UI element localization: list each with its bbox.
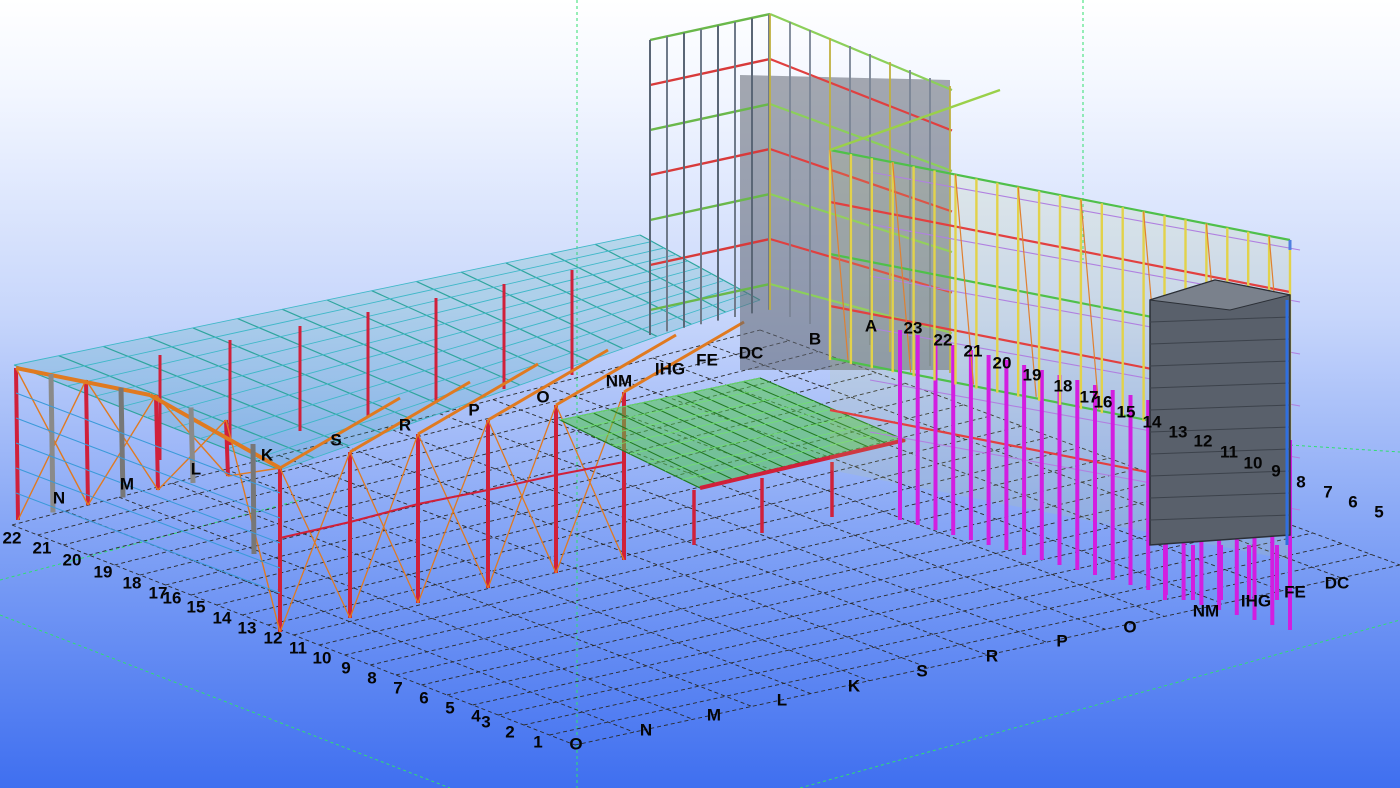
grid-label: O [1123,617,1137,637]
grid-label: 16 [162,588,182,608]
grid-label: 4 [471,706,481,726]
grid-label: O [536,387,550,407]
grid-label: NM [1192,601,1220,621]
grid-label: 14 [212,608,232,628]
grid-label: 21 [32,538,52,558]
grid-label: 5 [1374,502,1384,522]
grid-label: M [706,705,722,725]
grid-label: 5 [445,698,455,718]
grid-label: 9 [341,658,351,678]
grid-label: 16 [1093,392,1113,412]
grid-label: 21 [963,341,983,361]
grid-label: L [190,459,202,479]
grid-label: FE [1284,582,1306,602]
grid-label: R [985,646,999,666]
grid-label: DC [738,343,764,363]
grid-label: S [916,661,928,681]
grid-label: 20 [992,353,1012,373]
grid-label: O [569,734,583,754]
model-viewport[interactable]: 22 21 20 19 18 17 16 15 14 13 12 11 10 9… [0,0,1400,788]
grid-label: 18 [122,573,142,593]
grid-label: 22 [2,528,22,548]
grid-label: 15 [186,597,206,617]
grid-label: 2 [505,722,515,742]
grid-label: 22 [933,330,953,350]
grid-label: IHG [654,359,686,379]
grid-label: 1 [533,732,543,752]
grid-label: 19 [1022,365,1042,385]
grid-label: DC [1324,573,1350,593]
grid-label: 20 [62,550,82,570]
grid-label: 7 [1323,482,1333,502]
grid-label: 12 [1193,431,1213,451]
grid-label: 11 [1220,442,1238,462]
grid-label: S [330,430,342,450]
grid-label: L [776,690,788,710]
grid-label: K [847,676,861,696]
grid-label: 23 [903,318,923,338]
grid-label: P [1056,631,1068,651]
grid-label: 18 [1053,376,1073,396]
grid-label: 14 [1142,412,1162,432]
grid-label: K [260,445,274,465]
grid-label: 8 [1296,472,1306,492]
grid-label: NM [605,371,633,391]
grid-label: 6 [419,688,429,708]
grid-label: N [639,720,653,740]
grid-label: 7 [393,678,403,698]
grid-label: 19 [93,562,113,582]
grid-label: 15 [1116,402,1136,422]
grid-label: P [468,400,480,420]
grid-label: A [864,316,878,336]
grid-label: R [398,415,412,435]
grid-label: 6 [1348,492,1358,512]
grid-label: 13 [1168,422,1188,442]
grid-label: 11 [289,638,307,658]
grid-label: B [808,329,822,349]
grid-label: 13 [237,618,257,638]
grid-label: M [119,474,135,494]
grid-label: 10 [1243,453,1263,473]
grid-label: FE [696,350,718,370]
structure-3d-view [0,0,1400,788]
grid-label: 9 [1271,461,1281,481]
grid-label: N [52,488,66,508]
grid-label: 10 [312,648,332,668]
grid-label: 8 [367,668,377,688]
grid-label: 12 [263,628,283,648]
grid-label: 3 [481,712,491,732]
grid-label: IHG [1240,591,1272,611]
